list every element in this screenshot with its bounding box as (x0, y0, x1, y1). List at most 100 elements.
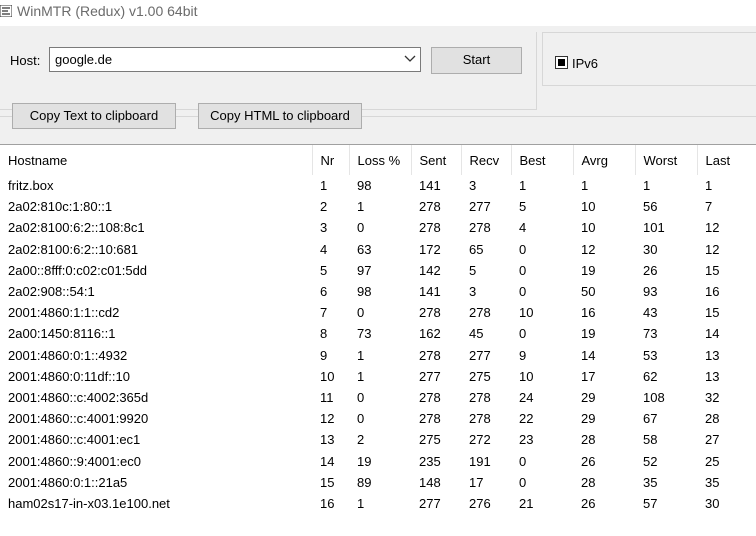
table-cell: 3 (469, 178, 477, 194)
table-cell: 1 (320, 178, 328, 194)
column-header[interactable]: Avrg (573, 145, 636, 175)
table-cell: 275 (469, 368, 491, 384)
table-cell: 12 (581, 241, 596, 257)
table-cell: 13 (320, 432, 335, 448)
table-row[interactable]: 2001:4860::c:4001:9920 12 0 278 278 22 29 67 28 (0, 408, 756, 429)
table-cell: 7 (705, 199, 713, 215)
table-cell: 12 (320, 411, 335, 427)
table-cell: 5 (320, 262, 328, 278)
table-cell: 21 (519, 495, 534, 511)
ipv6-label: IPv6 (572, 56, 599, 71)
table-cell: 2001:4860:0:1::21a5 (8, 474, 128, 490)
table-cell: 25 (705, 453, 720, 469)
table-cell: 108 (643, 389, 665, 405)
table-cell: 2a02:810c:1:80::1 (8, 199, 113, 215)
table-cell: 29 (581, 411, 596, 427)
table-cell: 141 (419, 284, 441, 300)
table-cell: 19 (581, 262, 596, 278)
table-cell: 57 (643, 495, 658, 511)
table-cell: 16 (581, 305, 596, 321)
table-cell: 35 (705, 474, 720, 490)
table-row[interactable]: 2001:4860:0:1::21a5 15 89 148 17 0 28 35 35 (0, 472, 756, 493)
table-cell: 10 (519, 368, 534, 384)
table-row[interactable]: 2001:4860:0:11df::10 10 1 277 275 10 17 62 13 (0, 366, 756, 387)
table-cell: 15 (320, 474, 335, 490)
table-row[interactable]: 2001:4860:1:1::cd2 7 0 278 278 10 16 43 15 (0, 302, 756, 323)
table-cell: 14 (705, 326, 720, 342)
table-cell: 14 (581, 347, 596, 363)
table-row[interactable]: 2001:4860::c:4001:ec1 13 2 275 272 23 28 58 27 (0, 429, 756, 450)
table-cell: 67 (643, 411, 658, 427)
column-header[interactable]: Last (697, 145, 756, 175)
table-cell: 278 (469, 411, 491, 427)
table-row[interactable]: 2001:4860::c:4002:365d 11 0 278 278 24 29 108 32 (0, 387, 756, 408)
table-cell: 2a02:8100:6:2::108:8c1 (8, 220, 145, 236)
table-cell: 2001:4860::c:4002:365d (8, 389, 149, 405)
table-cell: 278 (419, 199, 441, 215)
table-cell: 16 (705, 284, 720, 300)
copy-text-button[interactable]: Copy Text to clipboard (12, 103, 176, 129)
control-panel: Host: google.de Start IPv6 Copy Text to … (0, 26, 756, 144)
table-row[interactable]: 2a00:1450:8116::1 8 73 162 45 0 19 73 14 (0, 323, 756, 344)
table-row[interactable]: 2a02:810c:1:80::1 2 1 278 277 5 10 56 7 (0, 196, 756, 217)
table-cell: 30 (705, 495, 720, 511)
table-cell: 0 (357, 220, 365, 236)
table-cell: 278 (469, 220, 491, 236)
table-row[interactable]: 2001:4860::9:4001:ec0 14 19 235 191 0 26 52 25 (0, 450, 756, 471)
table-cell: 10 (581, 220, 596, 236)
table-row[interactable]: 2a02:8100:6:2::108:8c1 3 0 278 278 4 10 101 12 (0, 217, 756, 238)
table-cell: 278 (419, 347, 441, 363)
table-row[interactable]: 2a02:908::54:1 6 98 141 3 0 50 93 16 (0, 281, 756, 302)
table-row[interactable]: 2001:4860:0:1::4932 9 1 278 277 9 14 53 13 (0, 345, 756, 366)
table-cell: 89 (357, 474, 372, 490)
table-cell: 2a02:908::54:1 (8, 284, 95, 300)
table-cell: 141 (419, 178, 441, 194)
column-header[interactable]: Best (511, 145, 574, 175)
table-cell: 278 (419, 411, 441, 427)
table-cell: 276 (469, 495, 491, 511)
table-cell: 6 (320, 284, 328, 300)
table-cell: 28 (581, 474, 596, 490)
window-title: WinMTR (Redux) v1.00 64bit (17, 3, 198, 19)
table-cell: 278 (419, 389, 441, 405)
table-cell: 235 (419, 453, 441, 469)
column-header[interactable]: Worst (635, 145, 698, 175)
table-cell: 0 (519, 241, 527, 257)
column-header[interactable]: Loss % (349, 145, 412, 175)
table-cell: 1 (643, 178, 651, 194)
table-cell: 16 (320, 495, 335, 511)
table-cell: 29 (581, 389, 596, 405)
table-row[interactable]: 2a02:8100:6:2::10:681 4 63 172 65 0 12 30 12 (0, 239, 756, 260)
table-cell: 2001:4860:0:11df::10 (8, 368, 130, 384)
table-cell: 5 (469, 262, 477, 278)
table-cell: 1 (705, 178, 713, 194)
column-header[interactable]: Nr (312, 145, 350, 175)
table-cell: 2001:4860::c:4001:9920 (8, 411, 149, 427)
table-cell: 35 (643, 474, 658, 490)
table-cell: 97 (357, 262, 372, 278)
table-cell: 93 (643, 284, 658, 300)
column-header[interactable]: Hostname (0, 145, 313, 175)
ipv6-checkbox[interactable] (555, 56, 568, 69)
table-cell: 13 (705, 368, 720, 384)
copy-html-button[interactable]: Copy HTML to clipboard (198, 103, 362, 129)
table-row[interactable]: 2a00::8fff:0:c02:c01:5dd 5 97 142 5 0 19 26 15 (0, 260, 756, 281)
table-cell: 191 (469, 453, 491, 469)
table-cell: 148 (419, 474, 441, 490)
table-cell: 1 (581, 178, 589, 194)
table-cell: 9 (320, 347, 328, 363)
host-value: google.de (55, 52, 113, 67)
table-row[interactable]: ham02s17-in-x03.1e100.net 16 1 277 276 21 26 57… (0, 493, 756, 514)
column-header[interactable]: Recv (461, 145, 512, 175)
host-combobox[interactable]: google.de (49, 47, 421, 72)
start-button[interactable]: Start (431, 47, 522, 74)
chevron-down-icon[interactable] (404, 54, 416, 64)
table-cell: 62 (643, 368, 658, 384)
table-cell: 0 (357, 305, 365, 321)
table-cell: 1 (357, 199, 365, 215)
table-row[interactable]: fritz.box 1 98 141 3 1 1 1 1 (0, 175, 756, 196)
table-cell: 63 (357, 241, 372, 257)
column-header[interactable]: Sent (411, 145, 462, 175)
table-cell: 162 (419, 326, 441, 342)
table-cell: 272 (469, 432, 491, 448)
